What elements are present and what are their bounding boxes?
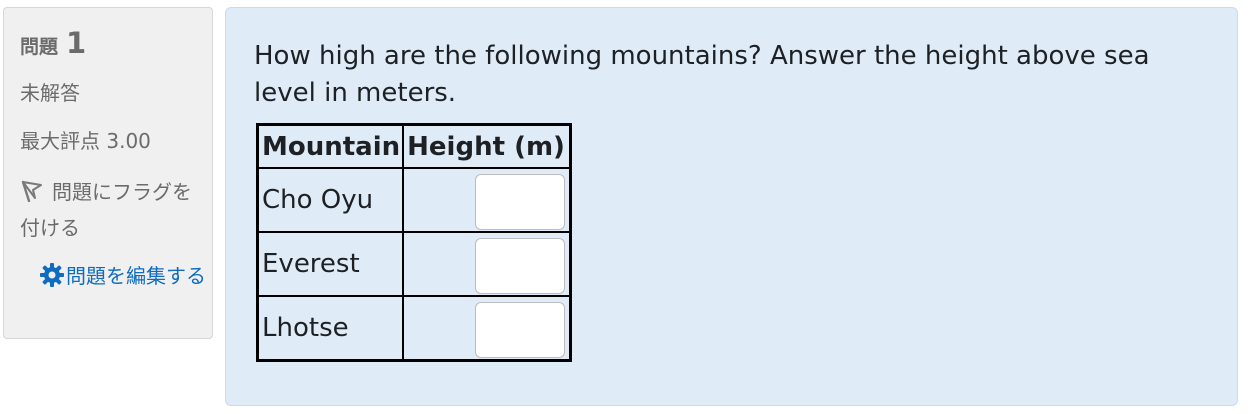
height-cell — [402, 167, 572, 233]
height-cell — [402, 295, 572, 362]
height-input-lhotse[interactable] — [475, 302, 566, 358]
table-row: Cho Oyu — [256, 167, 572, 233]
header-height: Height (m) — [402, 123, 572, 169]
question-text: How high are the following mountains? An… — [254, 41, 1150, 108]
question-label: 問題 — [20, 36, 59, 58]
flag-question-link[interactable]: 問題にフラグを付ける — [20, 174, 200, 246]
max-grade: 最大評点 3.00 — [20, 129, 151, 153]
mountain-table: Mountain Height (m) Cho Oyu Everest Lhot… — [256, 123, 573, 362]
flag-icon — [20, 177, 44, 203]
question-number-row: 問題 1 — [20, 26, 212, 66]
gear-icon — [38, 261, 66, 289]
edit-question-label: 問題を編集する — [66, 264, 206, 288]
flag-question-label: 問題にフラグを付ける — [20, 180, 192, 240]
table-header-row: Mountain Height (m) — [256, 123, 572, 169]
mountain-name: Lhotse — [256, 295, 405, 362]
table-row: Lhotse — [256, 295, 572, 362]
height-input-cho-oyu[interactable] — [475, 174, 566, 230]
question-number: 1 — [66, 26, 87, 60]
mountain-name: Everest — [256, 231, 405, 297]
question-info-panel: 問題 1 未解答 最大評点 3.00 問題にフラグを付ける 問題を編集する — [3, 7, 213, 339]
height-input-everest[interactable] — [475, 238, 566, 294]
header-mountain: Mountain — [256, 123, 405, 169]
height-cell — [402, 231, 572, 297]
question-state: 未解答 — [20, 81, 80, 105]
question-content: How high are the following mountains? An… — [225, 7, 1238, 406]
mountain-name: Cho Oyu — [256, 167, 405, 233]
edit-question-link[interactable]: 問題を編集する — [20, 258, 210, 294]
table-row: Everest — [256, 231, 572, 297]
